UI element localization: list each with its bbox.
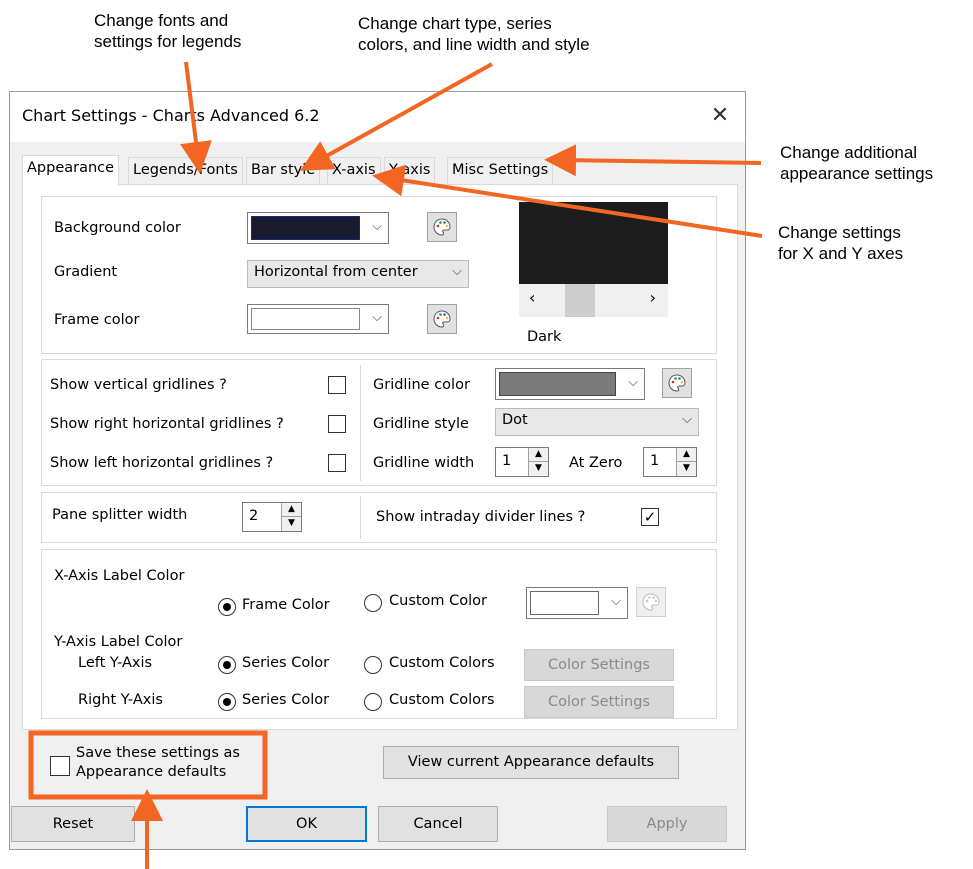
arrow-to-legends-tab <box>180 61 212 174</box>
arrow-to-bar-style-tab <box>300 62 493 171</box>
annotation-overlay <box>28 61 763 869</box>
tab-appearance[interactable]: Appearance <box>22 155 120 186</box>
arrow-to-misc-tab <box>544 144 762 177</box>
save-defaults-highlight <box>28 730 268 800</box>
arrow-to-axis-tabs <box>372 164 763 238</box>
